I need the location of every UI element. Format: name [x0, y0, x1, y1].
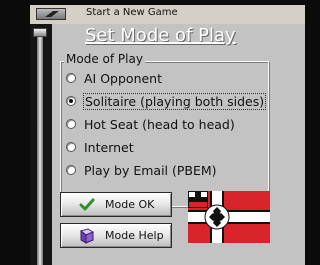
option-label: Internet	[84, 139, 134, 155]
radio-button[interactable]	[66, 73, 76, 83]
dialog-title: Set Mode of Play	[85, 25, 236, 46]
window-menu-icon[interactable]	[36, 8, 66, 20]
mode-help-button[interactable]: Mode Help	[60, 223, 172, 248]
scroll-rail-cap	[33, 28, 47, 37]
group-label: Mode of Play	[64, 52, 145, 66]
option-label: Solitaire (playing both sides)	[83, 92, 267, 110]
radio-pbem[interactable]: Play by Email (PBEM)	[66, 161, 218, 179]
radio-ai-opponent[interactable]: AI Opponent	[66, 69, 163, 87]
mode-ok-button[interactable]: Mode OK	[60, 192, 172, 217]
radio-button[interactable]	[66, 119, 76, 129]
option-label: Hot Seat (head to head)	[84, 116, 235, 132]
mode-ok-label: Mode OK	[105, 198, 155, 211]
mode-help-label: Mode Help	[105, 229, 164, 242]
book-icon	[79, 228, 95, 244]
checkmark-icon	[79, 198, 95, 211]
window-title: Start a New Game	[86, 7, 178, 18]
option-label: Play by Email (PBEM)	[84, 162, 217, 178]
radio-button[interactable]	[66, 142, 76, 152]
radio-internet[interactable]: Internet	[66, 138, 135, 156]
war-ensign-flag-icon	[188, 191, 270, 243]
radio-button[interactable]	[66, 165, 76, 175]
title-bar: Start a New Game	[30, 5, 305, 25]
mode-of-play-dialog: Set Mode of Play Mode of Play AI Opponen…	[52, 24, 305, 265]
radio-hot-seat[interactable]: Hot Seat (head to head)	[66, 115, 236, 133]
radio-button[interactable]	[66, 96, 76, 106]
scroll-rail	[37, 37, 43, 265]
radio-solitaire[interactable]: Solitaire (playing both sides)	[66, 92, 267, 110]
option-label: AI Opponent	[84, 70, 163, 86]
